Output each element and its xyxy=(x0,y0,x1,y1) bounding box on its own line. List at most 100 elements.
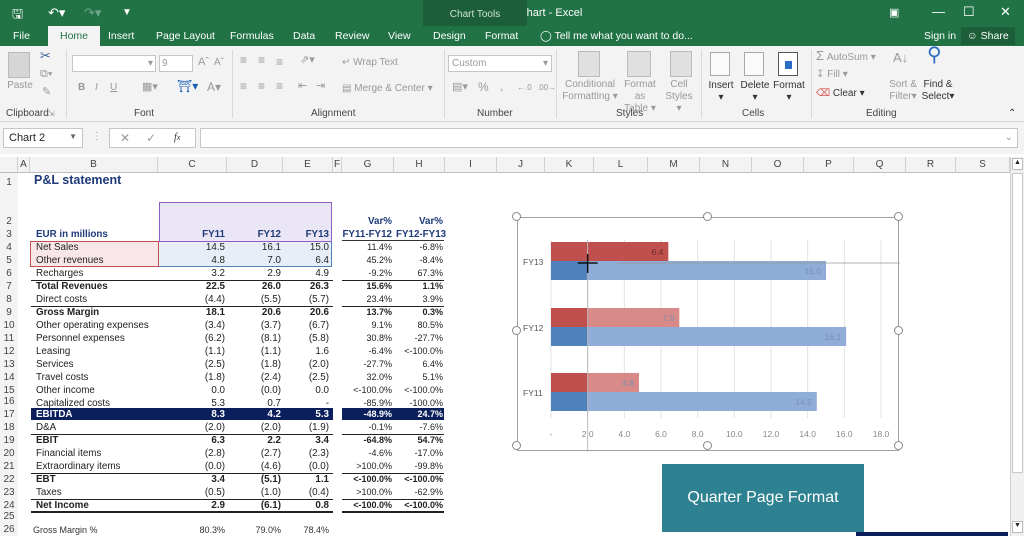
italic-button[interactable]: I xyxy=(95,82,98,94)
row-header-7[interactable]: 7 xyxy=(0,280,18,293)
ribbon-display-icon[interactable]: ▣ xyxy=(889,6,899,19)
row-header-13[interactable]: 13 xyxy=(0,358,18,371)
column-header-n[interactable]: N xyxy=(700,157,752,173)
find-select-button[interactable]: Find & Select▾ xyxy=(920,79,956,103)
cut-icon[interactable]: ✂ xyxy=(40,49,51,62)
align-center-icon[interactable]: ≡ xyxy=(258,80,265,92)
select-all-corner[interactable] xyxy=(0,157,18,173)
increase-indent-icon[interactable]: ⇥ xyxy=(316,80,325,92)
number-format-select[interactable]: Custom ▾ xyxy=(448,55,552,72)
resize-handle[interactable] xyxy=(512,441,521,450)
align-middle-icon[interactable]: ≡ xyxy=(258,54,265,66)
borders-icon[interactable]: ▦▾ xyxy=(142,81,158,93)
column-header-k[interactable]: K xyxy=(545,157,594,173)
tab-page-layout[interactable]: Page Layout xyxy=(156,30,215,42)
column-header-p[interactable]: P xyxy=(804,157,854,173)
decrease-font-icon[interactable]: Aˇ xyxy=(214,57,224,69)
row-header-17[interactable]: 17 xyxy=(0,408,18,421)
fill-color-icon[interactable]: ⛩▾ xyxy=(177,80,198,92)
maximize-icon[interactable]: ☐ xyxy=(963,4,975,20)
column-header-o[interactable]: O xyxy=(752,157,804,173)
row-header-4[interactable]: 4 xyxy=(0,241,18,254)
tab-file[interactable]: File xyxy=(13,30,30,42)
wrap-text-button[interactable]: ↵ Wrap Text xyxy=(342,57,398,69)
column-header-q[interactable]: Q xyxy=(854,157,906,173)
close-icon[interactable]: ✕ xyxy=(1000,4,1011,20)
row-header-6[interactable]: 6 xyxy=(0,267,18,280)
scroll-thumb[interactable] xyxy=(1012,173,1023,473)
scroll-down-icon[interactable]: ▼ xyxy=(1012,521,1023,533)
row-header-21[interactable]: 21 xyxy=(0,460,18,473)
align-top-icon[interactable]: ≡ xyxy=(240,54,247,66)
resize-handle[interactable] xyxy=(894,326,903,335)
column-header-h[interactable]: H xyxy=(394,157,445,173)
resize-handle[interactable] xyxy=(512,326,521,335)
align-bottom-icon[interactable]: ≡ xyxy=(276,56,283,68)
column-header-c[interactable]: C xyxy=(158,157,227,173)
paste-icon[interactable] xyxy=(8,52,30,78)
formula-input[interactable]: ⌄ xyxy=(200,128,1018,148)
bold-button[interactable]: B xyxy=(78,82,85,94)
row-header-19[interactable]: 19 xyxy=(0,434,18,447)
copy-icon[interactable]: ⧉▾ xyxy=(40,68,52,80)
expand-formula-icon[interactable]: ⌄ xyxy=(1005,132,1013,144)
undo-icon[interactable]: ↶▾ xyxy=(48,5,65,21)
font-color-icon[interactable]: A▾ xyxy=(207,81,221,93)
column-header-s[interactable]: S xyxy=(956,157,1010,173)
share-button[interactable]: ☺ Share xyxy=(961,27,1015,45)
quarter-page-format-button[interactable]: Quarter Page Format xyxy=(662,464,864,532)
tab-insert[interactable]: Insert xyxy=(108,30,134,42)
resize-handle[interactable] xyxy=(703,441,712,450)
resize-handle[interactable] xyxy=(512,212,521,221)
row-header-9[interactable]: 9 xyxy=(0,306,18,319)
row-header-8[interactable]: 8 xyxy=(0,293,18,306)
font-name-select[interactable]: ▾ xyxy=(72,55,156,72)
row-header-20[interactable]: 20 xyxy=(0,447,18,460)
column-header-g[interactable]: G xyxy=(342,157,394,173)
vertical-scrollbar[interactable]: ▲ ▼ xyxy=(1010,157,1024,536)
resize-handle[interactable] xyxy=(894,212,903,221)
scroll-up-icon[interactable]: ▲ xyxy=(1012,158,1023,170)
collapse-ribbon-icon[interactable]: ⌃ xyxy=(1008,108,1016,120)
customize-icon[interactable]: ▼ xyxy=(122,7,132,18)
insert-button[interactable]: Insert ▾ xyxy=(704,80,738,104)
increase-decimal-icon[interactable]: ←.0 xyxy=(517,82,532,94)
column-header-b[interactable]: B xyxy=(30,157,158,173)
decrease-indent-icon[interactable]: ⇤ xyxy=(298,80,307,92)
sign-in-link[interactable]: Sign in xyxy=(924,30,956,42)
tab-review[interactable]: Review xyxy=(335,30,369,42)
row-header-25[interactable]: 25 xyxy=(0,512,18,523)
accounting-format-icon[interactable]: ▤▾ xyxy=(452,81,468,93)
row-header-16[interactable]: 16 xyxy=(0,397,18,408)
tell-me-search[interactable]: ◯ Tell me what you want to do... xyxy=(540,30,693,42)
conditional-formatting-button[interactable]: Conditional Formatting ▾ xyxy=(562,79,618,103)
cancel-icon[interactable]: ✕ xyxy=(120,132,130,144)
align-right-icon[interactable]: ≡ xyxy=(276,80,283,92)
column-header-e[interactable]: E xyxy=(283,157,333,173)
format-painter-icon[interactable]: ✎ xyxy=(42,86,51,98)
resize-handle[interactable] xyxy=(894,441,903,450)
row-header-18[interactable]: 18 xyxy=(0,421,18,434)
delete-button[interactable]: Delete ▾ xyxy=(738,80,772,104)
paste-button[interactable]: Paste xyxy=(6,80,34,92)
name-box[interactable]: Chart 2 ▼ xyxy=(3,128,83,148)
underline-button[interactable]: U xyxy=(110,82,117,94)
tab-data[interactable]: Data xyxy=(293,30,315,42)
increase-font-icon[interactable]: Aˆ xyxy=(198,56,209,68)
column-header-a[interactable]: A xyxy=(18,157,30,173)
bar-chart[interactable]: -2.0 4.0 6.0 8.0 10.0 12.0 14.0 16.0 18.0 FY13 6.4… xyxy=(517,217,900,452)
row-header-5[interactable]: 5 xyxy=(0,254,18,267)
row-header-10[interactable]: 10 xyxy=(0,319,18,332)
column-header-r[interactable]: R xyxy=(906,157,956,173)
resize-handle[interactable] xyxy=(703,212,712,221)
orientation-icon[interactable]: ⇗▾ xyxy=(300,54,315,66)
merge-center-button[interactable]: ▤ Merge & Center ▾ xyxy=(342,83,433,95)
column-header-d[interactable]: D xyxy=(227,157,283,173)
column-header-l[interactable]: L xyxy=(594,157,648,173)
fill-button[interactable]: ↧ Fill ▾ xyxy=(816,69,848,81)
column-header-f[interactable]: F xyxy=(333,157,342,173)
row-header-3[interactable]: 3 xyxy=(0,228,18,241)
minimize-icon[interactable]: — xyxy=(932,4,945,19)
row-header-2[interactable]: 2 xyxy=(0,189,18,228)
clear-button[interactable]: ⌫ Clear ▾ xyxy=(816,88,865,100)
